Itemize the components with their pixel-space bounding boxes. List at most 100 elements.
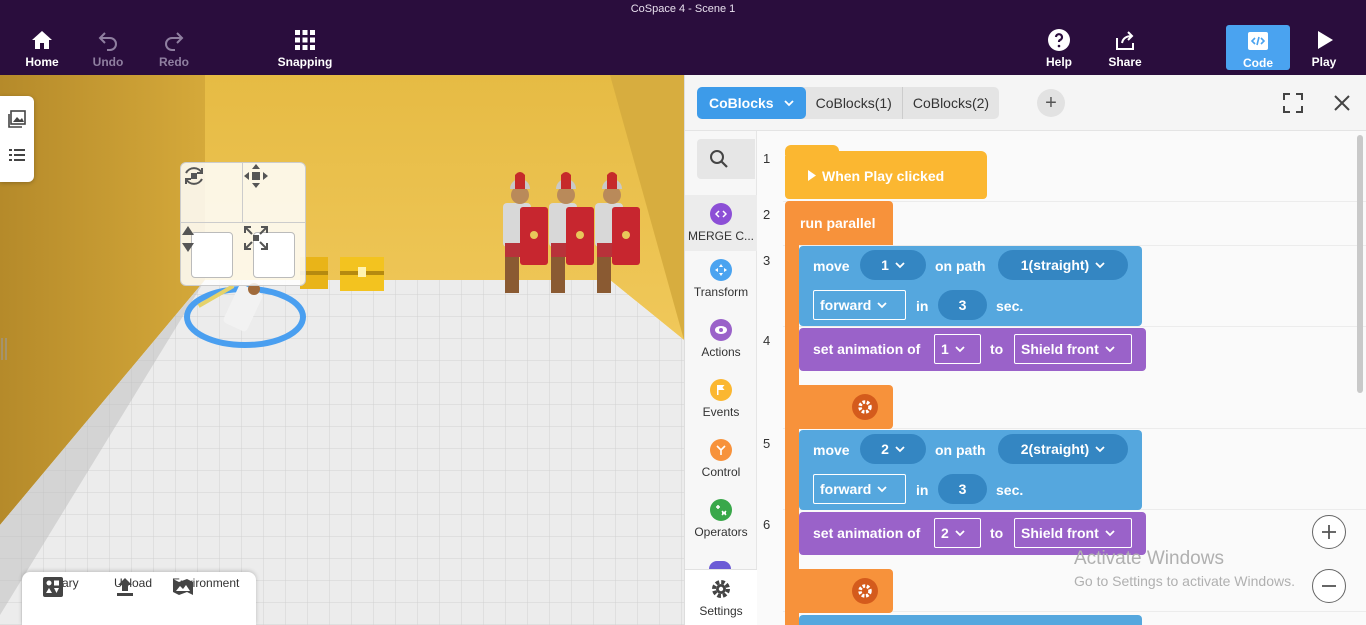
on-path-label: on path	[935, 258, 986, 274]
add-tab-button[interactable]: +	[1037, 89, 1065, 117]
chevron-down-icon	[895, 262, 905, 269]
category-merge-cube[interactable]: MERGE C...	[685, 195, 757, 251]
line-number: 5	[763, 436, 771, 451]
to-label: to	[990, 341, 1004, 357]
play-label: Play	[1311, 55, 1337, 69]
duration-input[interactable]: 3	[938, 474, 987, 504]
move-on-path-block[interactable]: move 1 on path 1(straight) forward in 3 …	[799, 246, 1142, 326]
tab-coblocks[interactable]: CoBlocks	[697, 87, 806, 119]
home-icon	[32, 31, 52, 49]
line-number: 4	[763, 333, 771, 348]
block-settings-button[interactable]	[852, 578, 878, 604]
library-button[interactable]: Library	[42, 576, 79, 597]
workspace-scrollbar[interactable]	[1357, 135, 1363, 393]
lift-tool[interactable]	[181, 225, 243, 285]
plus-icon	[1322, 525, 1336, 539]
move-tool[interactable]	[243, 163, 305, 223]
redo-button[interactable]: Redo	[142, 28, 206, 72]
category-label: Events	[702, 405, 740, 419]
category-label: Transform	[693, 285, 749, 299]
code-icon	[1248, 32, 1268, 50]
chevron-down-icon	[783, 100, 794, 107]
gallery-icon[interactable]	[8, 110, 26, 128]
tab-coblocks-1-label: CoBlocks(1)	[815, 95, 892, 111]
list-icon[interactable]	[8, 146, 26, 164]
scene-viewport[interactable]: Library Upload Environment	[0, 75, 684, 625]
move-on-path-block-partial[interactable]	[799, 615, 1142, 625]
undo-button[interactable]: Undo	[76, 28, 140, 72]
share-button[interactable]: Share	[1093, 28, 1157, 72]
home-label: Home	[25, 55, 59, 69]
share-label: Share	[1108, 55, 1142, 69]
sec-label: sec.	[996, 298, 1024, 314]
category-operators[interactable]: Operators	[685, 499, 757, 539]
search-icon	[710, 150, 728, 168]
set-animation-label: set animation of	[813, 525, 921, 541]
scale-icon	[244, 226, 268, 250]
upload-button[interactable]: Upload	[114, 576, 152, 596]
home-button[interactable]: Home	[10, 28, 74, 72]
animation-dropdown[interactable]: Shield front	[1014, 518, 1132, 548]
duration-input[interactable]: 3	[938, 290, 987, 320]
share-icon	[1116, 31, 1134, 50]
animation-dropdown[interactable]: Shield front	[1014, 334, 1132, 364]
set-animation-block[interactable]: set animation of 1 to Shield front	[799, 328, 1146, 371]
scale-tool[interactable]	[243, 225, 305, 285]
run-parallel-block[interactable]: run parallel	[785, 201, 893, 245]
palette-search-button[interactable]	[697, 139, 755, 179]
tab-coblocks-2[interactable]: CoBlocks(2)	[901, 87, 999, 119]
up-down-arrows-icon	[182, 226, 194, 252]
category-control[interactable]: Control	[685, 439, 757, 479]
set-animation-label: set animation of	[813, 341, 921, 357]
to-label: to	[990, 525, 1004, 541]
close-icon[interactable]	[1333, 94, 1351, 112]
environment-button[interactable]: Environment	[172, 576, 239, 595]
animation-item-dropdown[interactable]: 1	[934, 334, 981, 364]
category-transform[interactable]: Transform	[685, 259, 757, 299]
category-actions[interactable]: Actions	[685, 319, 757, 359]
path-dropdown[interactable]: 1(straight)	[998, 250, 1128, 280]
when-play-clicked-block[interactable]: When Play clicked	[785, 151, 987, 199]
move-item-dropdown[interactable]: 1	[860, 250, 926, 280]
scene-bottom-bar: Library Upload Environment	[22, 572, 256, 625]
category-events[interactable]: Events	[685, 379, 757, 419]
run-parallel-arm	[785, 245, 799, 625]
chevron-down-icon	[877, 302, 887, 309]
zoom-out-button[interactable]	[1312, 569, 1346, 603]
direction-dropdown[interactable]: forward	[813, 290, 906, 320]
code-button[interactable]: Code	[1226, 25, 1290, 70]
snapping-label: Snapping	[277, 55, 333, 69]
upload-icon	[117, 578, 133, 596]
move-label: move	[813, 258, 850, 274]
watermark-subtitle: Go to Settings to activate Windows.	[1074, 573, 1295, 589]
animation-item-value: 1	[941, 341, 949, 357]
line-number: 2	[763, 207, 771, 222]
tab-coblocks-1[interactable]: CoBlocks(1)	[806, 87, 902, 119]
direction-dropdown[interactable]: forward	[813, 474, 906, 504]
block-settings-button[interactable]	[852, 394, 878, 420]
zoom-in-button[interactable]	[1312, 515, 1346, 549]
merge-cube-icon	[710, 203, 732, 225]
category-label: Operators	[694, 525, 748, 539]
snapping-button[interactable]: Snapping	[273, 28, 337, 72]
settings-button[interactable]: Settings	[685, 569, 757, 625]
tab-coblocks-2-label: CoBlocks(2)	[912, 95, 990, 111]
code-workspace[interactable]: 1 2 3 4 5 6 run parallel When Play click…	[757, 131, 1366, 625]
help-button[interactable]: Help	[1027, 28, 1091, 72]
fullscreen-icon[interactable]	[1283, 93, 1303, 113]
rotate-tool[interactable]	[181, 163, 243, 223]
path-dropdown[interactable]: 2(straight)	[998, 434, 1128, 464]
hat-cap	[785, 145, 839, 155]
animation-item-dropdown[interactable]: 2	[934, 518, 981, 548]
path-value: 1(straight)	[1020, 257, 1090, 273]
play-button[interactable]: Play	[1292, 28, 1356, 72]
transform-icon	[710, 259, 732, 281]
line-number: 1	[763, 151, 771, 166]
move-item-dropdown[interactable]: 2	[860, 434, 926, 464]
panel-resize-handle[interactable]	[0, 338, 8, 360]
animation-value: Shield front	[1021, 525, 1099, 541]
activate-windows-watermark: Activate Windows Go to Settings to activ…	[1074, 547, 1295, 593]
move-label: move	[813, 442, 850, 458]
move-on-path-block[interactable]: move 2 on path 2(straight) forward in 3 …	[799, 430, 1142, 510]
coblocks-tab-bar: CoBlocks CoBlocks(1) CoBlocks(2) +	[685, 75, 1366, 131]
